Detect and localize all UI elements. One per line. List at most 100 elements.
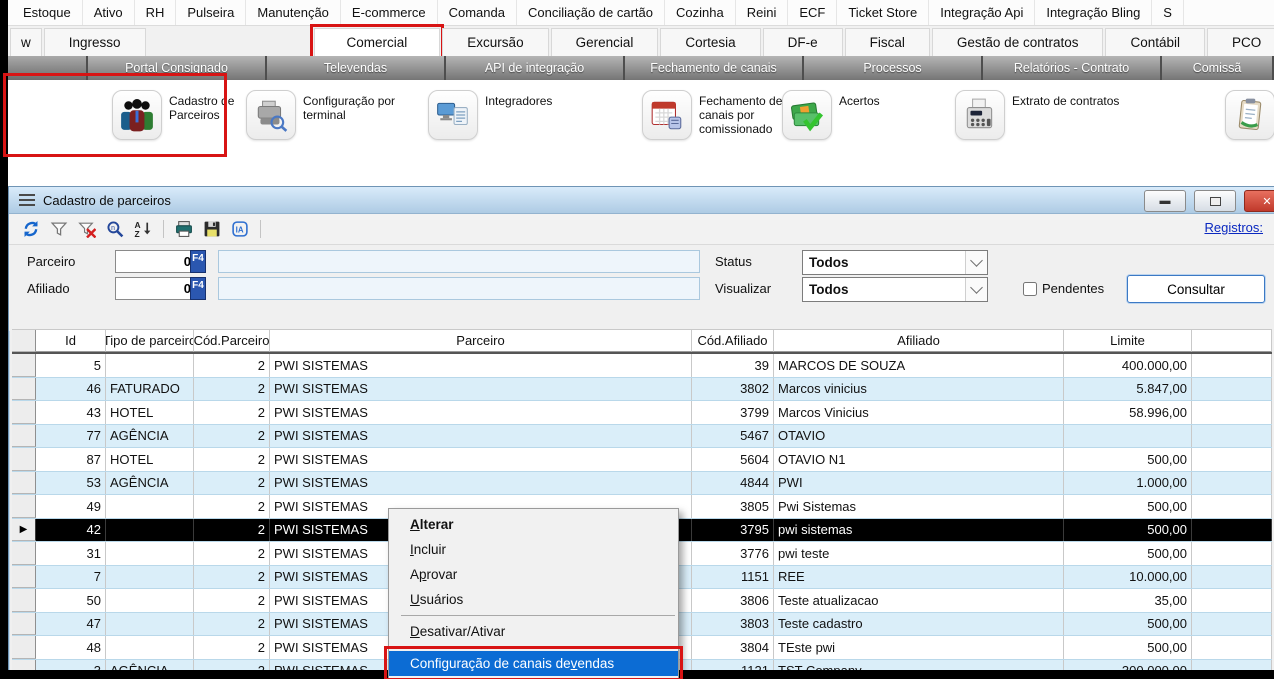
svg-text:IA: IA	[236, 226, 244, 235]
visualizar-dropdown[interactable]: Todos	[802, 277, 988, 302]
toolbar-find-icon[interactable]: n	[104, 219, 126, 239]
tab-cortesia[interactable]: Cortesia	[660, 28, 760, 56]
tab-w[interactable]: w	[10, 28, 42, 56]
cell-extra	[1192, 472, 1272, 495]
toolbar-filter-icon[interactable]	[48, 219, 70, 239]
toolbar-ia-icon[interactable]: IA	[229, 219, 251, 239]
cell-id: 31	[36, 542, 106, 565]
pendentes-checkbox[interactable]	[1023, 282, 1037, 296]
table-row[interactable]: 87HOTEL2PWI SISTEMAS5604OTAVIO N1500,00	[12, 448, 1272, 472]
cell-limite: 500,00	[1064, 495, 1192, 518]
cell-tipo	[106, 613, 194, 636]
ribbon-item-acertos[interactable]: Acertos	[782, 90, 957, 140]
chevron-down-icon[interactable]	[965, 278, 987, 301]
table-row[interactable]: 53AGÊNCIA2PWI SISTEMAS4844PWI1.000,00	[12, 472, 1272, 496]
ribbon-item-integradores[interactable]: Integradores	[428, 90, 603, 140]
menu-item-cozinha[interactable]: Cozinha	[665, 0, 736, 25]
cell-tipo	[106, 519, 194, 542]
visualizar-value: Todos	[803, 282, 965, 297]
menu-item-s[interactable]: S	[1152, 0, 1184, 25]
cell-tipo	[106, 542, 194, 565]
column-header-id[interactable]: Id	[36, 330, 106, 352]
column-header-tipo-de-parceiro[interactable]: Tipo de parceiro	[106, 330, 194, 352]
section-televendas[interactable]: Televendas	[267, 56, 446, 80]
menu-item-pulseira[interactable]: Pulseira	[176, 0, 246, 25]
menu-item-comanda[interactable]: Comanda	[438, 0, 517, 25]
cell-id: 77	[36, 425, 106, 448]
menu-item-ecf[interactable]: ECF	[788, 0, 837, 25]
tab-excursao[interactable]: Excursão	[442, 28, 548, 56]
menu-item-reini[interactable]: Reini	[736, 0, 789, 25]
ribbon-item-configuracao-por-terminal[interactable]: Configuração por terminal	[246, 90, 421, 140]
table-row[interactable]: 46FATURADO2PWI SISTEMAS3802Marcos vinici…	[12, 378, 1272, 402]
afiliado-f4-lookup-button[interactable]: F4	[190, 277, 206, 300]
table-row[interactable]: 52PWI SISTEMAS39MARCOS DE SOUZA400.000,0…	[12, 354, 1272, 378]
menu-item-e-commerce[interactable]: E-commerce	[341, 0, 438, 25]
chevron-down-icon[interactable]	[965, 251, 987, 274]
cell-id: 46	[36, 378, 106, 401]
section-comissa[interactable]: Comissã	[1162, 56, 1274, 80]
menu-item-integracao-bling[interactable]: Integração Bling	[1035, 0, 1152, 25]
column-header-parceiro[interactable]: Parceiro	[270, 330, 692, 352]
cell-extra	[1192, 589, 1272, 612]
close-button[interactable]: ✕	[1244, 190, 1274, 212]
table-row[interactable]: 77AGÊNCIA2PWI SISTEMAS5467OTAVIO	[12, 425, 1272, 449]
consultar-button[interactable]: Consultar	[1127, 275, 1265, 303]
minimize-button[interactable]: ▬	[1144, 190, 1186, 212]
tab-pco[interactable]: PCO	[1207, 28, 1274, 56]
menu-item-manutencao[interactable]: Manutenção	[246, 0, 341, 25]
section-fechamento-de-canais[interactable]: Fechamento de canais	[625, 56, 804, 80]
column-header-cod-parceiro[interactable]: Cód.Parceiro	[194, 330, 270, 352]
column-header-limite[interactable]: Limite	[1064, 330, 1192, 352]
context-menu-item-incluir[interactable]: Incluir	[389, 537, 678, 562]
section-relatorios-contrato[interactable]: Relatórios - Contrato	[983, 56, 1162, 80]
cell-afiliado: Marcos Vinicius	[774, 401, 1064, 424]
context-menu-item-usuarios[interactable]: Usuários	[389, 587, 678, 612]
column-header-cod-afiliado[interactable]: Cód.Afiliado	[692, 330, 774, 352]
context-menu-item-alterar[interactable]: Alterar	[389, 512, 678, 537]
section-portal-consignado[interactable]: Portal Consignado	[88, 56, 267, 80]
tab-ingresso[interactable]: Ingresso	[44, 28, 146, 56]
cell-id: 7	[36, 566, 106, 589]
section-processos[interactable]: Processos	[804, 56, 983, 80]
cell-id: 50	[36, 589, 106, 612]
menu-item-conciliacao-de-cartao[interactable]: Conciliação de cartão	[517, 0, 665, 25]
parceiro-f4-lookup-button[interactable]: F4	[190, 250, 206, 273]
menu-item-ativo[interactable]: Ativo	[83, 0, 135, 25]
menu-item-estoque[interactable]: Estoque	[12, 0, 83, 25]
toolbar-print-icon[interactable]	[173, 219, 195, 239]
tab-gerencial[interactable]: Gerencial	[551, 28, 659, 56]
cell-parceiro: PWI SISTEMAS	[270, 448, 692, 471]
tab-comercial[interactable]: Comercial	[314, 28, 441, 56]
toolbar-clear-filter-icon[interactable]	[76, 219, 98, 239]
tab-gestao-de-contratos[interactable]: Gestão de contratos	[932, 28, 1104, 56]
menu-item-integracao-api[interactable]: Integração Api	[929, 0, 1035, 25]
registros-link[interactable]: Registros:	[1204, 220, 1263, 235]
tab-df-e[interactable]: DF-e	[763, 28, 843, 56]
cell-tipo: AGÊNCIA	[106, 425, 194, 448]
menu-item-rh[interactable]: RH	[135, 0, 177, 25]
column-header-afiliado[interactable]: Afiliado	[774, 330, 1064, 352]
context-menu-item-aprovar[interactable]: Aprovar	[389, 562, 678, 587]
cell-id: 43	[36, 401, 106, 424]
window-title-bar[interactable]: Cadastro de parceiros ▬ ✕	[9, 187, 1274, 214]
status-dropdown[interactable]: Todos	[802, 250, 988, 275]
toolbar-sort-az-icon[interactable]: AZ	[132, 219, 154, 239]
toolbar-refresh-icon[interactable]	[20, 219, 42, 239]
toolbar-save-icon[interactable]	[201, 219, 223, 239]
ribbon-item-a-c-c[interactable]: A c c	[1225, 90, 1274, 140]
afiliado-input[interactable]	[115, 277, 195, 300]
window-menu-icon[interactable]	[19, 191, 35, 209]
table-row[interactable]: 43HOTEL2PWI SISTEMAS3799Marcos Vinicius5…	[12, 401, 1272, 425]
context-menu-item-desativar-ativar[interactable]: Desativar/Ativar	[389, 619, 678, 644]
ribbon-item-extrato-de-contratos[interactable]: Extrato de contratos	[955, 90, 1130, 140]
menu-item-ticket-store[interactable]: Ticket Store	[837, 0, 929, 25]
maximize-button[interactable]	[1194, 190, 1236, 212]
context-menu-item-configuracao-de-canais-de-vendas[interactable]: Configuração de canais de vendas	[389, 651, 678, 676]
section-api-de-integracao[interactable]: API de integração	[446, 56, 625, 80]
tab-contabil[interactable]: Contábil	[1105, 28, 1205, 56]
parceiro-input[interactable]	[115, 250, 195, 273]
tab-fiscal[interactable]: Fiscal	[845, 28, 930, 56]
row-marker-cell	[12, 542, 36, 565]
cell-afiliado: REE	[774, 566, 1064, 589]
